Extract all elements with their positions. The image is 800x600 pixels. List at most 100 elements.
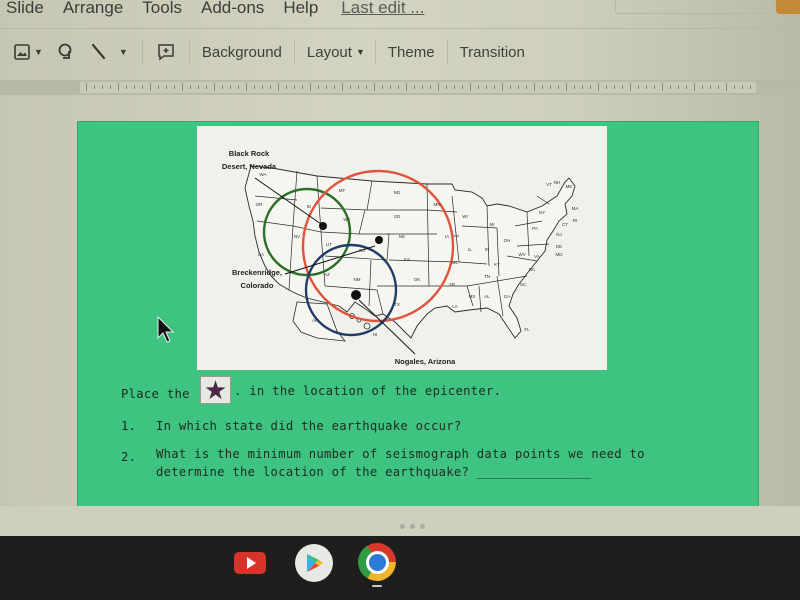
more-dots[interactable]	[400, 524, 425, 529]
line-icon[interactable]	[91, 43, 107, 61]
ruler-tick	[326, 85, 327, 89]
ruler-tick	[102, 85, 103, 89]
state-label-wa: WA	[259, 172, 266, 177]
layout-dropdown-icon[interactable]: ▼	[356, 47, 365, 57]
ruler-tick	[510, 85, 511, 89]
state-label-ok: OK	[414, 277, 421, 282]
state-label-or: OR	[256, 202, 264, 207]
question-2-line-1: What is the minimum number of seismograp…	[156, 447, 645, 461]
ruler-tick	[662, 83, 663, 91]
image-icon[interactable]	[14, 44, 30, 60]
chrome-app-icon[interactable]	[358, 543, 396, 581]
ruler-tick	[246, 83, 247, 91]
state-label-nm: NM	[354, 277, 361, 282]
state-label-va: VA	[534, 254, 540, 259]
ruler-tick	[574, 85, 575, 89]
us-map-image[interactable]: Black Rock Desert, Nevada Breckenridge, …	[197, 126, 607, 370]
ruler-tick	[262, 85, 263, 89]
slide-canvas[interactable]: Black Rock Desert, Nevada Breckenridge, …	[78, 122, 758, 506]
divider	[0, 28, 800, 29]
ruler-tick	[438, 83, 439, 91]
ruler-tick	[486, 85, 487, 89]
label-black-rock-2: Desert, Nevada	[222, 162, 277, 171]
screen: Slide Arrange Tools Add-ons Help Last ed…	[0, 0, 800, 600]
ruler-tick	[198, 85, 199, 89]
state-label-ma: MA	[572, 206, 579, 211]
ruler-tick	[654, 85, 655, 89]
ruler-tick	[430, 85, 431, 89]
image-dropdown-icon[interactable]: ▼	[34, 47, 43, 57]
ruler-tick	[670, 85, 671, 89]
label-breckenridge-2: Colorado	[241, 281, 274, 290]
ruler-tick	[398, 85, 399, 89]
mouse-cursor-icon	[157, 316, 175, 343]
ruler-tick	[558, 85, 559, 89]
station-dot-breckenridge	[375, 236, 383, 244]
ruler-tick	[174, 85, 175, 89]
state-label-ga: GA	[504, 294, 511, 299]
state-label-sd: SD	[394, 214, 401, 219]
toolbar: ▼ ▼ Background Layout ▼ Theme Transition	[0, 38, 537, 66]
menu-bar: Slide Arrange Tools Add-ons Help Last ed…	[0, 0, 443, 20]
transition-button[interactable]: Transition	[448, 44, 537, 61]
ruler-tick	[222, 85, 223, 89]
ruler-tick	[214, 83, 215, 91]
ruler-tick	[334, 85, 335, 89]
map-svg: Black Rock Desert, Nevada Breckenridge, …	[222, 149, 579, 366]
last-edit-link[interactable]: Last edit ...	[341, 0, 424, 18]
question-1-number: 1.	[121, 419, 137, 433]
play-store-app-icon[interactable]	[295, 544, 333, 582]
theme-button[interactable]: Theme	[376, 44, 447, 61]
menu-tools[interactable]: Tools	[142, 0, 182, 18]
ruler-track[interactable]	[80, 82, 756, 93]
state-label-ne: NE	[399, 234, 405, 239]
state-label-mn: MN	[434, 202, 441, 207]
line-dropdown-icon[interactable]: ▼	[119, 47, 128, 57]
state-label-fl: FL	[524, 327, 530, 332]
ruler-tick	[390, 85, 391, 89]
state-label-ms: MS	[469, 294, 476, 299]
star-icon[interactable]: ★	[204, 377, 227, 403]
header-box[interactable]	[615, 0, 775, 14]
state-label-la: LA	[452, 304, 458, 309]
label-breckenridge-1: Breckenridge,	[232, 268, 282, 277]
state-label-pa: PA	[532, 226, 538, 231]
state-label-ia: IA	[445, 234, 449, 239]
share-button[interactable]	[776, 0, 800, 14]
menu-help[interactable]: Help	[283, 0, 318, 18]
ruler-tick	[374, 83, 375, 91]
shape-icon[interactable]	[57, 42, 77, 62]
ruler-tick	[686, 85, 687, 89]
state-label-hi: HI	[373, 332, 378, 337]
state-label-de: DE	[556, 244, 562, 249]
menu-slide[interactable]: Slide	[6, 0, 44, 18]
ruler-tick	[646, 85, 647, 89]
ruler-tick	[502, 83, 503, 91]
ruler-tick	[166, 85, 167, 89]
ruler-tick	[678, 85, 679, 89]
state-label-ky: KY	[494, 262, 500, 267]
state-label-sc: SC	[520, 282, 527, 287]
comment-icon[interactable]	[157, 43, 175, 61]
background-button[interactable]: Background	[190, 44, 294, 61]
instruction-text-before: Place the	[121, 387, 190, 401]
layout-button[interactable]: Layout	[295, 44, 356, 61]
youtube-app-icon[interactable]	[234, 552, 266, 574]
ruler-tick	[342, 83, 343, 91]
state-label-ca: CA	[258, 252, 264, 257]
ruler-tick	[206, 85, 207, 89]
ruler-tick	[238, 85, 239, 89]
state-label-md: MD	[556, 252, 564, 257]
ruler-tick	[94, 85, 95, 89]
ruler-tick	[366, 85, 367, 89]
state-label-nv: NV	[294, 234, 300, 239]
ruler-tick	[566, 83, 567, 91]
station-dot-nogales	[351, 290, 361, 300]
ruler[interactable]	[0, 80, 800, 95]
state-label-oh: OH	[504, 238, 511, 243]
state-label-mo: MO	[451, 260, 459, 265]
menu-add-ons[interactable]: Add-ons	[201, 0, 264, 18]
ruler-tick	[598, 83, 599, 91]
star-icon-box[interactable]: ★	[200, 376, 231, 404]
menu-arrange[interactable]: Arrange	[63, 0, 123, 18]
